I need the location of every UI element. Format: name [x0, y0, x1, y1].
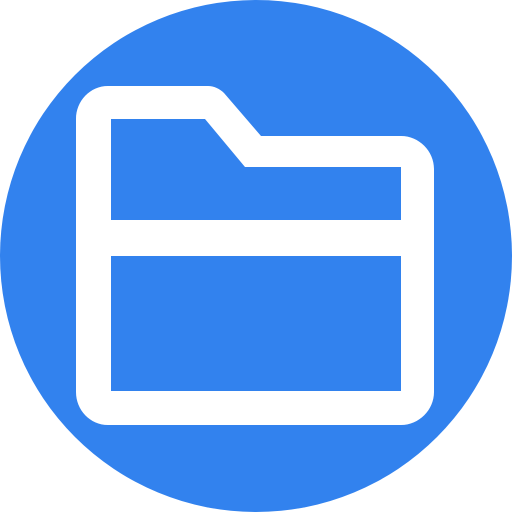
folder-body-cutout — [111, 256, 401, 391]
folder-icon — [0, 0, 512, 512]
folder-app-icon[interactable] — [0, 0, 512, 512]
